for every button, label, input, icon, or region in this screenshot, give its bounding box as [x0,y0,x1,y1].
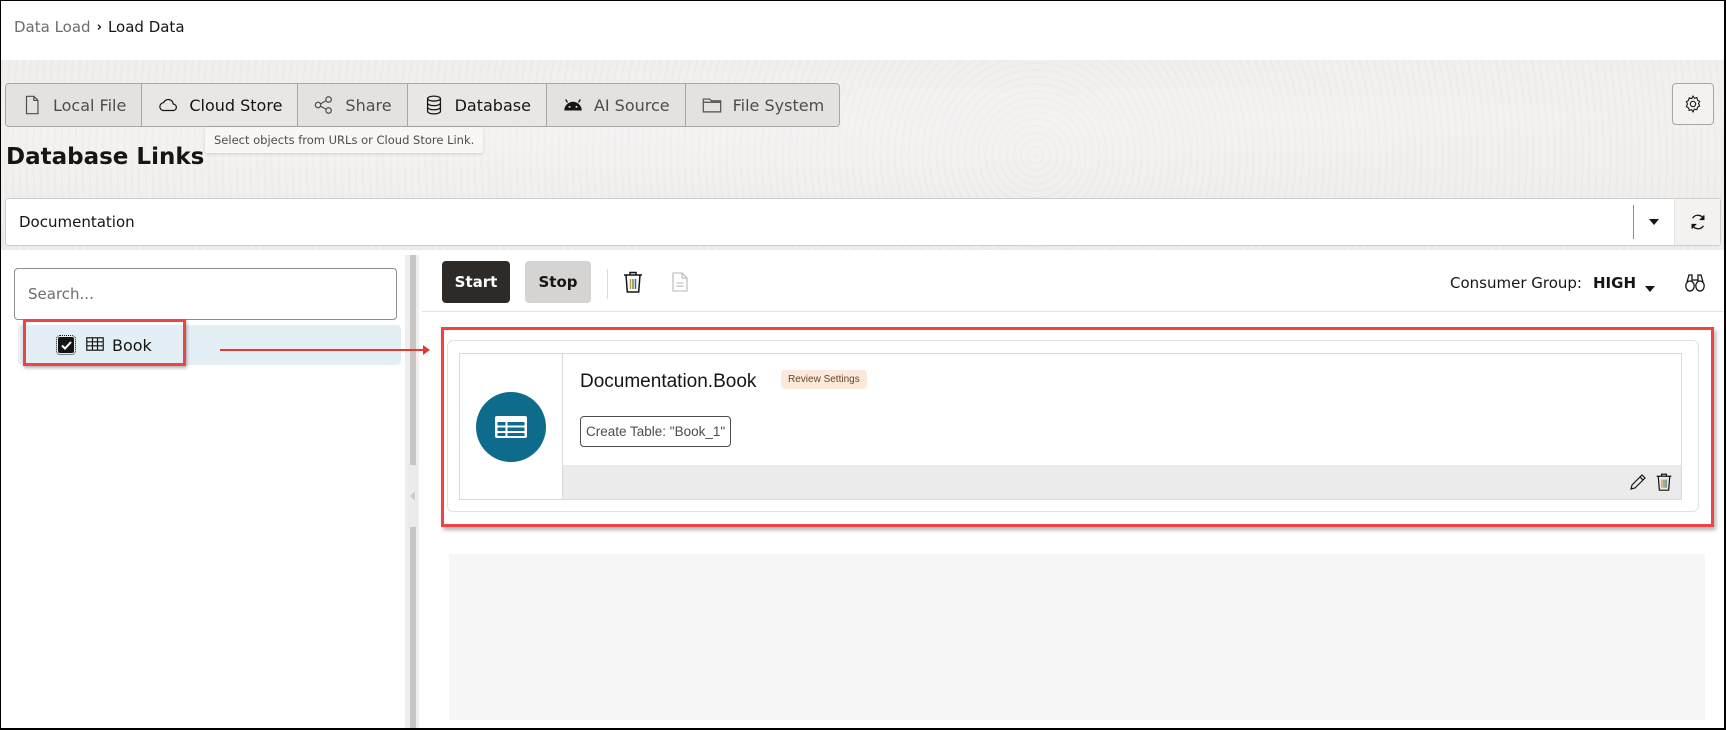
cloud-icon [159,98,178,112]
tab-tooltip: Select objects from URLs or Cloud Store … [205,127,484,153]
tab-local-file[interactable]: Local File [6,84,143,126]
create-table-chip[interactable]: Create Table: "Book_1" [580,416,732,447]
breadcrumb-load-data: Load Data [107,18,185,36]
document-icon[interactable] [672,272,688,296]
search-input[interactable] [14,268,397,320]
tab-cloud-store[interactable]: Cloud Store [142,84,299,126]
source-tabs: Local File Cloud Store Share Database AI… [5,83,841,127]
collapse-handle[interactable] [408,465,418,527]
panel-splitter[interactable] [405,255,419,730]
page-title: Database Links [6,144,205,170]
stop-button[interactable]: Stop [525,261,591,303]
breadcrumb-data-load[interactable]: Data Load [14,18,91,36]
refresh-icon [1691,214,1704,230]
tab-label: Cloud Store [189,95,283,115]
table-icon [476,391,546,462]
card-footer [563,465,1681,499]
tab-label: File System [732,95,825,115]
caret-down-icon[interactable] [1634,218,1674,226]
consumer-group-label: Consumer Group: [1450,274,1582,292]
annotation-highlight-book [23,319,186,366]
settings-button[interactable] [1672,83,1714,125]
tab-share[interactable]: Share [298,84,408,126]
breadcrumb-separator: › [96,19,102,35]
refresh-button[interactable] [1674,199,1720,245]
tab-ai-source[interactable]: AI Source [546,84,686,126]
tab-database[interactable]: Database [407,84,547,126]
tab-file-system[interactable]: File System [685,84,840,126]
pencil-icon[interactable] [1629,473,1647,495]
database-icon [426,95,441,115]
gear-icon [1685,94,1701,114]
annotation-arrow [220,345,430,355]
start-button[interactable]: Start [442,261,510,303]
job-card: Documentation.Book Review Settings Creat… [459,353,1682,500]
consumer-group-select[interactable]: HIGH [1593,274,1636,292]
binoculars-icon[interactable] [1684,273,1706,297]
database-link-value: Documentation [19,213,135,231]
card-title: Documentation.Book [580,371,757,392]
tab-label: Share [345,95,392,115]
share-icon [315,96,333,114]
job-toolbar: Start Stop Consumer Group: HIGH [422,255,1724,312]
file-icon [25,95,39,115]
breadcrumb: Data Load › Load Data [14,16,185,38]
trash-icon[interactable] [622,270,644,298]
tab-label: Database [454,95,531,115]
tab-label: AI Source [593,95,670,115]
card-icon-column [460,354,563,499]
database-link-select[interactable]: Documentation [5,198,1721,246]
tab-label: Local File [53,95,127,115]
trash-icon[interactable] [1655,472,1673,496]
review-settings-badge[interactable]: Review Settings [781,370,867,389]
android-icon [564,99,582,111]
card-content: Documentation.Book Review Settings Creat… [563,354,1681,499]
empty-results-area [449,554,1705,720]
folder-icon [702,98,721,113]
toolbar-divider [607,269,608,299]
caret-down-icon[interactable] [1644,278,1656,297]
